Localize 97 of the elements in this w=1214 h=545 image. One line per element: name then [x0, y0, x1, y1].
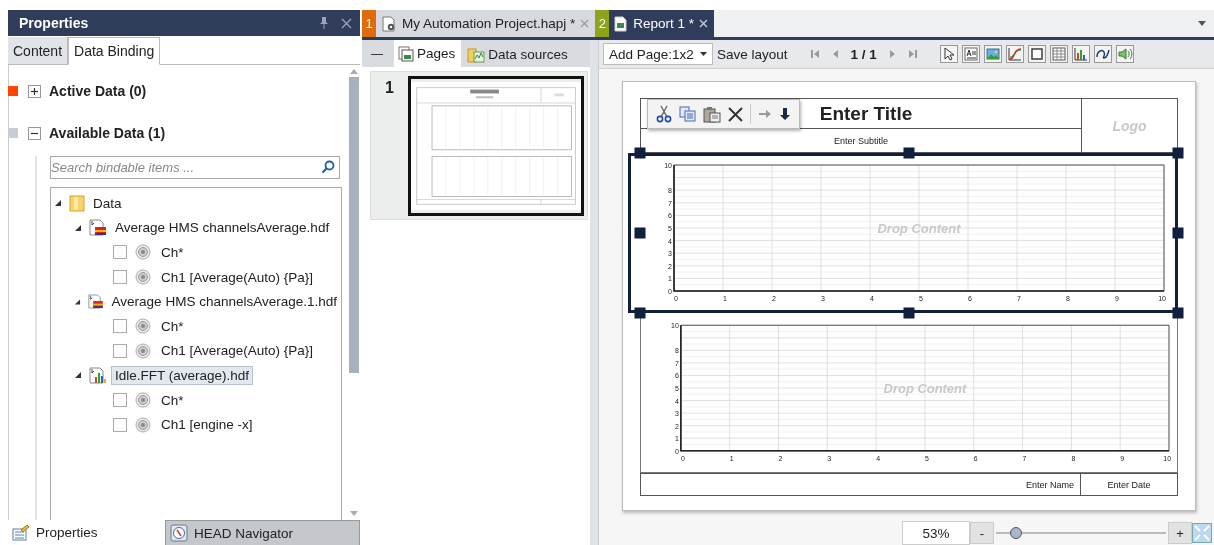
report-icon	[614, 15, 629, 32]
panel-tab[interactable]: Content	[8, 37, 69, 64]
document-title: My Automation Project.hapj *	[402, 16, 576, 31]
author-name[interactable]: Enter Name	[641, 474, 1081, 495]
zoom-in-button[interactable]: +	[1168, 522, 1192, 544]
right-arrow-icon[interactable]	[758, 108, 772, 120]
cut-icon[interactable]	[656, 105, 672, 123]
channel-icon	[135, 416, 151, 433]
expand-arrow-icon[interactable]	[54, 199, 62, 208]
section-title[interactable]: Active Data (0)	[49, 83, 147, 99]
resize-handle[interactable]	[634, 227, 646, 239]
frame-icon[interactable]	[1027, 45, 1046, 63]
search-icon[interactable]	[321, 160, 335, 174]
down-arrow-icon[interactable]	[779, 107, 791, 121]
report-subtitle[interactable]: Enter Subtitle	[641, 129, 1081, 152]
channel-label[interactable]: Ch1 [engine -x]	[157, 415, 257, 435]
channel-label[interactable]: Ch*	[157, 243, 188, 262]
image-icon[interactable]	[983, 45, 1002, 63]
resize-handle[interactable]	[1172, 307, 1184, 319]
channel-label[interactable]: Ch1 [Average(Auto) {Pa}]	[157, 267, 318, 287]
channel-label[interactable]: Ch*	[157, 390, 188, 410]
document-tab[interactable]: 1 My Automation Project.hapj *	[362, 10, 596, 37]
bar-chart-icon[interactable]	[1071, 45, 1090, 63]
checkbox[interactable]	[113, 343, 127, 358]
dropdown-icon[interactable]	[1198, 21, 1206, 26]
close-icon[interactable]	[341, 17, 352, 29]
resize-handle[interactable]	[903, 307, 915, 319]
collapse-button[interactable]: —	[362, 40, 392, 67]
dropdown-caret-icon[interactable]	[700, 52, 707, 56]
file-icon	[89, 219, 107, 237]
resize-handle[interactable]	[903, 147, 915, 159]
slider-thumb[interactable]	[1010, 527, 1023, 539]
tree-item[interactable]: Average HMS channelsAverage.hdf	[111, 218, 334, 238]
checkbox[interactable]	[113, 417, 127, 432]
speaker-icon[interactable]	[1115, 45, 1134, 63]
report-date[interactable]: Enter Date	[1081, 474, 1177, 495]
panel-title: Properties	[19, 15, 90, 31]
expand-arrow-icon[interactable]	[74, 223, 82, 232]
expand-arrow-icon[interactable]	[74, 297, 81, 306]
channel-icon	[135, 392, 151, 409]
document-number: 2	[595, 10, 610, 37]
resize-handle[interactable]	[1172, 147, 1184, 159]
file-icon	[87, 293, 104, 311]
pointer-icon[interactable]	[939, 45, 958, 63]
folder-icon	[69, 194, 85, 212]
channel-icon	[135, 342, 151, 359]
data-sources-icon	[467, 46, 486, 63]
expand-icon[interactable]	[28, 84, 41, 98]
tree-item[interactable]: Average HMS channelsAverage.1.hdf	[107, 292, 341, 312]
fit-to-window-icon[interactable]	[1192, 523, 1212, 543]
pages-tab[interactable]: Data sources	[463, 42, 574, 67]
page-number: 1	[385, 79, 394, 98]
resize-handle[interactable]	[1172, 227, 1184, 239]
copy-icon[interactable]	[679, 106, 696, 122]
add-page-dropdown[interactable]: Add Page:1x2	[603, 43, 713, 65]
document-number: 1	[362, 10, 376, 37]
checkbox[interactable]	[113, 319, 127, 334]
channel-icon	[135, 269, 151, 286]
document-gear-icon	[381, 15, 397, 32]
panel-tab[interactable]: Data Binding	[68, 37, 161, 65]
channel-icon	[135, 244, 151, 261]
page-card[interactable]: 1	[370, 71, 588, 220]
file-icon	[89, 366, 107, 384]
expand-arrow-icon[interactable]	[74, 371, 82, 380]
page-indicator: 1 / 1	[850, 46, 877, 62]
checkbox[interactable]	[113, 245, 127, 260]
document-tab[interactable]: 2 Report 1 *	[595, 10, 715, 37]
channel-label[interactable]: Ch*	[157, 316, 188, 336]
signal-icon[interactable]	[1093, 45, 1112, 63]
compass-icon	[170, 524, 188, 542]
properties-icon	[12, 524, 30, 541]
channel-label[interactable]: Ch1 [Average(Auto) {Pa}]	[157, 341, 318, 361]
delete-icon[interactable]	[728, 106, 743, 122]
channel-icon	[135, 318, 151, 335]
search-field[interactable]: Search bindable items ...	[50, 156, 340, 179]
page-thumbnail-drawing[interactable]	[407, 76, 584, 216]
checkbox[interactable]	[113, 393, 127, 408]
collapse-icon[interactable]	[28, 126, 41, 140]
zoom-field[interactable]: 53%	[902, 521, 970, 545]
checkbox[interactable]	[113, 270, 127, 285]
section-title[interactable]: Available Data (1)	[49, 125, 166, 141]
table-icon[interactable]	[1049, 45, 1068, 63]
pin-icon[interactable]	[319, 17, 329, 29]
document-title: Report 1 *	[633, 16, 695, 31]
resize-handle[interactable]	[634, 147, 646, 159]
tree-item[interactable]: Idle.FFT (average).hdf	[111, 365, 254, 385]
close-icon[interactable]	[699, 19, 709, 28]
pages-icon	[398, 45, 414, 62]
curve-icon[interactable]	[1005, 45, 1024, 63]
pages-tab[interactable]: Pages	[394, 40, 462, 67]
panel-tab[interactable]: HEAD Navigator	[165, 520, 360, 545]
save-layout-button[interactable]: Save layout	[717, 46, 788, 62]
tree-item[interactable]: Data	[89, 193, 126, 213]
resize-handle[interactable]	[634, 307, 646, 319]
paste-icon[interactable]	[703, 105, 721, 123]
zoom-out-button[interactable]: -	[970, 522, 994, 544]
text-field-icon[interactable]	[961, 45, 980, 63]
